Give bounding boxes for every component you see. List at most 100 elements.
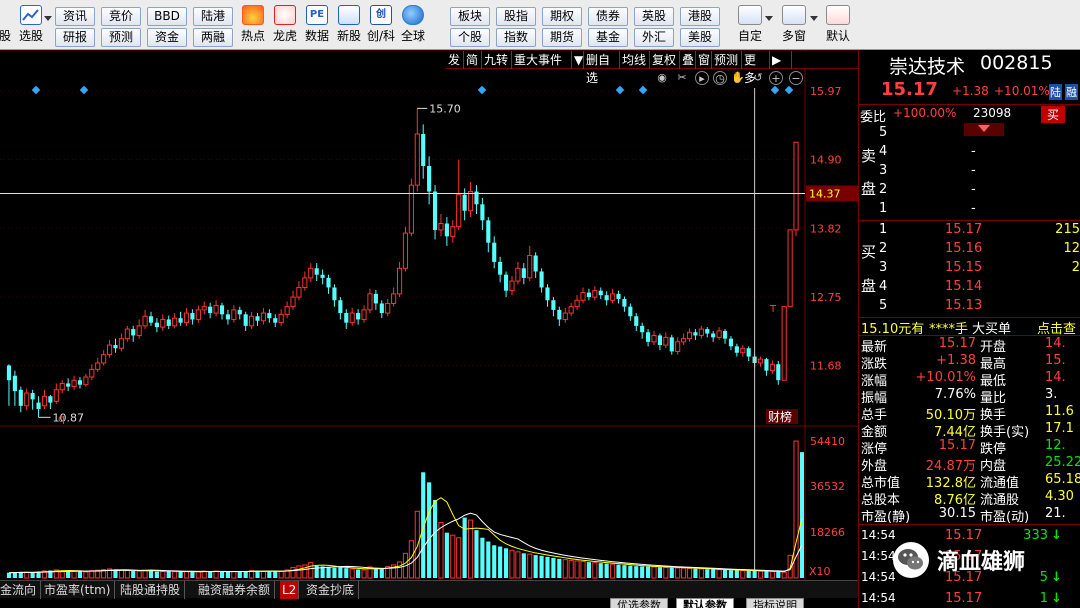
toolbar-btn-gegu[interactable]: 个股 <box>450 28 490 47</box>
toolbar-btn-zhaiquan[interactable]: 债券 <box>588 7 628 26</box>
weibi-diff: 23098 <box>973 106 1012 120</box>
indicator-tab[interactable]: 融资融券余额 <box>194 581 276 599</box>
buy-button[interactable]: 买 <box>1041 106 1066 123</box>
toolbar-btn-yuce[interactable]: 预测 <box>101 28 141 47</box>
indicator-tab[interactable]: 陆股通持股 <box>116 581 186 599</box>
buy-volume: 215 <box>1055 222 1080 237</box>
param-tab[interactable]: 指标说明 <box>746 598 804 608</box>
volume-bar <box>131 570 136 578</box>
param-tab[interactable]: 优选参数 <box>610 598 668 608</box>
candle-body <box>314 268 319 275</box>
buy-price: 15.15 <box>945 260 983 275</box>
chart-menu-item[interactable]: 窗 <box>696 51 712 69</box>
candle-body <box>260 312 267 322</box>
stock-selector-button[interactable]: 选股 <box>10 5 52 44</box>
quote-value: 14. <box>1045 370 1066 385</box>
toolbar-btn-lianggang[interactable]: 两融 <box>193 28 233 47</box>
quote-value: 12. <box>1045 438 1066 453</box>
toolbar-btn-moren[interactable]: 默认 <box>816 5 860 44</box>
candle <box>178 311 183 326</box>
kline-chart-area[interactable]: 15.97 14.90 13.82 12.75 11.68 15.70 10.87 q T 财榜 1… <box>0 50 858 598</box>
clock-icon[interactable]: ◷ <box>713 71 727 85</box>
chart-menu-item[interactable]: 复权 <box>650 51 680 69</box>
chart-menu-item[interactable]: 发 <box>446 51 464 69</box>
chart-menu-item[interactable]: 预测 <box>712 51 742 69</box>
volume-bar <box>551 557 556 578</box>
caibang-label[interactable]: 财榜 <box>768 409 792 424</box>
candle <box>166 315 171 330</box>
candle <box>515 261 521 285</box>
toolbar-btn-qiquan[interactable]: 期权 <box>542 7 582 26</box>
chart-menu-item[interactable]: 删自选 <box>584 51 620 85</box>
layout-dropdown-arrow-icon[interactable] <box>765 16 773 21</box>
volume-bar <box>332 567 337 578</box>
event-marker[interactable] <box>79 85 89 95</box>
toolbar-btn-waihui[interactable]: 外汇 <box>634 28 674 47</box>
scissors-icon[interactable]: ✂ <box>675 71 689 85</box>
zoom-out-icon[interactable]: − <box>789 71 803 85</box>
volume-bar <box>521 553 526 578</box>
toolbar-btn-jingjia[interactable]: 竞价 <box>101 7 141 26</box>
candle-body <box>166 319 171 326</box>
candle-body <box>675 341 681 352</box>
toolbar-btn-bbd[interactable]: BBD <box>147 7 187 26</box>
chart-menu-item[interactable]: 叠 <box>680 51 696 69</box>
selector-dropdown-arrow-icon[interactable] <box>44 16 52 21</box>
candle <box>255 313 260 326</box>
candle-body <box>705 329 710 334</box>
chart-menu-item[interactable]: ▼ <box>572 51 584 69</box>
toolbar-btn-bankuai[interactable]: 板块 <box>450 7 490 26</box>
toolbar-btn-meigu[interactable]: 美股 <box>680 28 720 47</box>
event-marker[interactable] <box>31 85 41 95</box>
toolbar-btn-duoge[interactable]: 多窗 <box>772 5 816 44</box>
candle-body <box>438 223 444 231</box>
toolbar-btn-zhishu[interactable]: 指数 <box>496 28 536 47</box>
toolbar-btn-ganggu[interactable]: 港股 <box>680 7 720 26</box>
undo-icon[interactable]: ↺ <box>751 71 765 85</box>
toolbar-btn-zidingyi[interactable]: 自定 <box>728 5 772 44</box>
indicator-tab[interactable]: 市盈率(ttm) <box>40 581 116 599</box>
quote-value: 15.17 <box>938 336 976 351</box>
candle-body <box>716 330 722 338</box>
indicator-tab[interactable]: 资金抄底 <box>302 581 360 599</box>
event-marker[interactable] <box>770 85 780 95</box>
toolbar-btn-zixun[interactable]: 资讯 <box>55 7 95 26</box>
toolbar-btn-yingu[interactable]: 英股 <box>634 7 674 26</box>
layout-dropdown-arrow-icon[interactable] <box>810 16 818 21</box>
param-tab[interactable]: 默认参数 <box>676 598 734 608</box>
toolbar-btn-jijin[interactable]: 基金 <box>588 28 628 47</box>
event-marker[interactable] <box>615 85 625 95</box>
event-marker[interactable] <box>784 85 794 95</box>
toolbar-btn-zijin[interactable]: 资金 <box>147 28 187 47</box>
play-icon[interactable]: ▸ <box>695 71 709 85</box>
chart-menu-item[interactable]: 重大事件 <box>512 51 572 69</box>
chart-menu-item[interactable]: 简 <box>464 51 482 69</box>
eye-icon[interactable]: ◉ <box>655 71 669 85</box>
volume-bar <box>231 570 237 579</box>
toolbar-btn-lugang[interactable]: 陆港 <box>193 7 233 26</box>
toolbar-btn-qihuo[interactable]: 期货 <box>542 28 582 47</box>
collapse-toggle[interactable] <box>964 123 1004 136</box>
event-marker[interactable] <box>477 85 487 95</box>
indicator-tab[interactable]: L2 <box>280 581 300 599</box>
chart-menu-item[interactable]: ▶ <box>770 51 792 69</box>
volume-bar <box>83 571 89 579</box>
candle <box>260 307 267 325</box>
chart-menu-item[interactable]: 更多 <box>742 51 770 85</box>
kline-chart[interactable]: 15.9714.9013.8212.7511.6815.7010.87qT财榜1… <box>0 50 858 580</box>
volume-bar <box>527 553 533 579</box>
quote-value: 7.76% <box>934 387 976 402</box>
indicator-tab[interactable]: 金流向 <box>0 581 42 599</box>
hand-icon[interactable]: ✋ <box>731 71 745 85</box>
toolbar-btn-yanbao[interactable]: 研报 <box>55 28 95 47</box>
chart-menu-item[interactable]: 九转 <box>482 51 512 69</box>
candle-body <box>746 348 751 357</box>
candle <box>562 307 568 323</box>
event-marker[interactable] <box>638 85 648 95</box>
chart-menu-item[interactable]: 均线 <box>620 51 650 69</box>
toolbar-btn-quanqiu[interactable]: 全球 <box>393 5 433 44</box>
zoom-in-icon[interactable]: + <box>769 71 783 85</box>
toolbar-btn-guzhi[interactable]: 股指 <box>496 7 536 26</box>
volume-bar <box>260 570 267 579</box>
stock-code: 002815 <box>980 52 1053 74</box>
